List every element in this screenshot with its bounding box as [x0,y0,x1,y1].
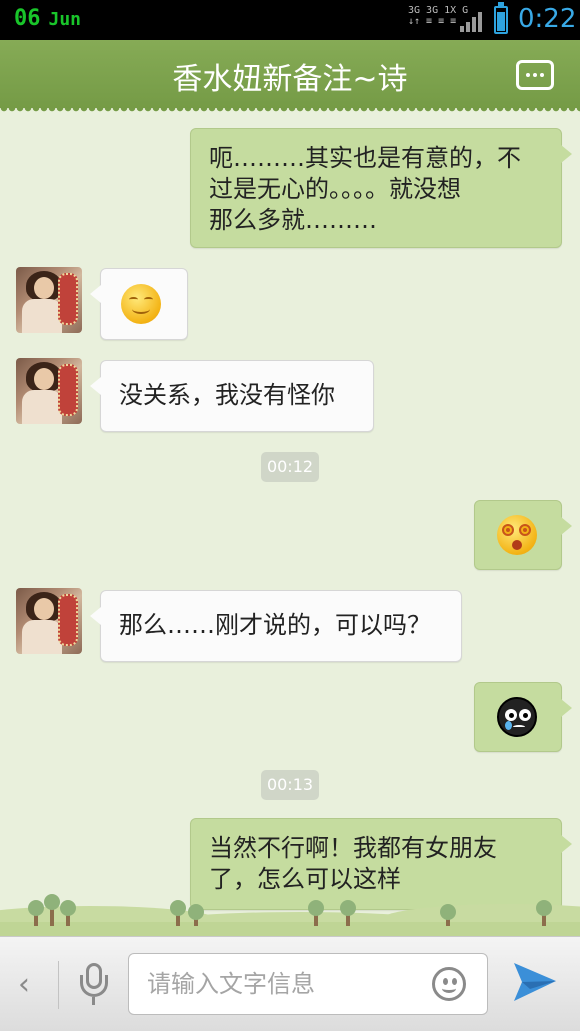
background-scenery [0,890,580,936]
message-list[interactable]: 呃………其实也是有意的，不 过是无心的。。。。就没想 那么多就……… 没关系，我… [0,112,580,932]
divider [58,961,59,1009]
message-bubble-outgoing[interactable] [474,682,572,752]
status-time: 0:22 [518,4,577,34]
status-date-day: 06 [14,6,41,31]
status-date-month: Jun [48,9,82,30]
chat-header: 香水妞新备注~诗 [0,40,580,114]
message-timestamp: 00:12 [261,452,319,482]
message-bubble-outgoing[interactable] [474,500,572,570]
status-date: 06 Jun [14,6,81,31]
contact-avatar[interactable] [16,588,82,654]
chevron-left-icon[interactable]: ‹ [18,967,30,1002]
message-bubble-incoming[interactable]: 没关系，我没有怪你 [90,360,374,432]
message-bubble-incoming[interactable]: 那么……刚才说的，可以吗？ [90,590,462,662]
message-text-line: 当然不行啊！我都有女朋友 [209,834,497,862]
message-text-line: 呃………其实也是有意的，不 [209,144,521,172]
message-text-line: 过是无心的。。。。就没想 [209,175,461,203]
message-bubble-incoming[interactable] [90,268,188,340]
contact-avatar[interactable] [16,267,82,333]
microphone-icon[interactable] [64,957,124,1009]
message-bubble-outgoing[interactable]: 呃………其实也是有意的，不 过是无心的。。。。就没想 那么多就……… [190,128,572,248]
battery-icon [494,2,508,34]
message-input-bar: ‹ [0,936,580,1031]
message-text: 那么……刚才说的，可以吗？ [119,611,431,639]
message-text: 没关系，我没有怪你 [119,381,335,409]
message-text-line: 那么多就……… [209,206,377,234]
message-timestamp: 00:13 [261,770,319,800]
more-menu-icon[interactable] [516,60,554,90]
crying-emoji-icon [497,697,537,737]
smiley-icon[interactable] [432,967,466,1001]
smile-emoji-icon [121,284,161,324]
contact-avatar[interactable] [16,358,82,424]
battery-level [497,12,505,31]
chat-title: 香水妞新备注~诗 [172,62,408,97]
send-icon[interactable] [512,959,558,1005]
dizzy-emoji-icon [497,515,537,555]
signal-icon [460,10,484,32]
status-bar: 06 Jun 3G 3G 1X G ↓↑ ≡ ≡ ≡ 0:22 [0,0,580,40]
